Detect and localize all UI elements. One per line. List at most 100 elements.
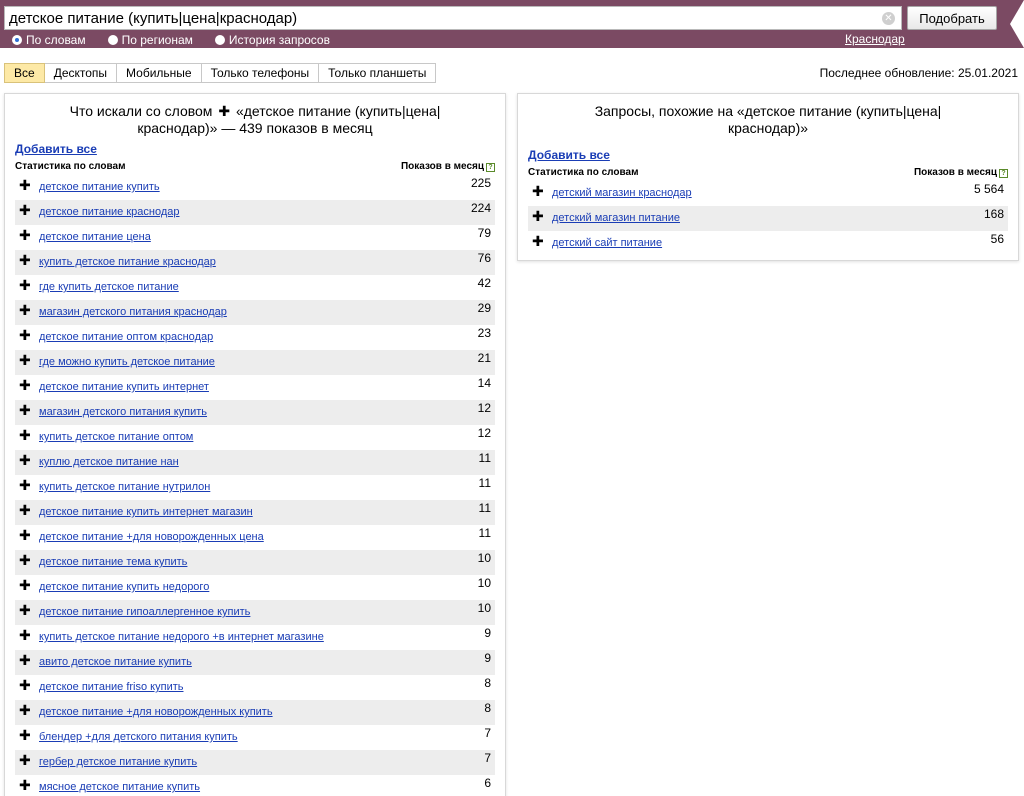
plus-icon[interactable]: ✚ <box>19 777 31 794</box>
keyword-link[interactable]: детское питание купить интернет магазин <box>39 506 253 518</box>
table-row: ✚ купить детское питание нутрилон 11 <box>15 475 495 500</box>
plus-icon[interactable]: ✚ <box>532 208 544 225</box>
impressions-count: 224 <box>470 201 491 215</box>
keyword-link[interactable]: гербер детское питание купить <box>39 756 197 768</box>
table-row: ✚ детское питание купить интернет 14 <box>15 375 495 400</box>
tab-mobile[interactable]: Мобильные <box>117 63 202 83</box>
plus-icon[interactable]: ✚ <box>19 752 31 769</box>
mode-history[interactable]: История запросов <box>214 33 330 47</box>
keyword-link[interactable]: детское питание +для новорожденных цена <box>39 531 264 543</box>
help-icon[interactable]: ? <box>999 169 1008 178</box>
impressions-count: 10 <box>477 576 491 590</box>
keyword-link[interactable]: детское питание тема купить <box>39 556 187 568</box>
plus-icon[interactable]: ✚ <box>532 183 544 200</box>
keyword-link[interactable]: детское питание +для новорожденных купит… <box>39 706 273 718</box>
keyword-link[interactable]: купить детское питание оптом <box>39 431 193 443</box>
plus-icon[interactable]: ✚ <box>532 233 544 250</box>
keyword-link[interactable]: детское питание friso купить <box>39 681 183 693</box>
table-row: ✚ блендер +для детского питания купить 7 <box>15 725 495 750</box>
mode-by-regions[interactable]: По регионам <box>107 33 193 47</box>
tab-all[interactable]: Все <box>4 63 45 83</box>
plus-icon[interactable]: ✚ <box>19 227 31 244</box>
tab-tablets-only[interactable]: Только планшеты <box>319 63 437 83</box>
keyword-link[interactable]: магазин детского питания краснодар <box>39 306 227 318</box>
submit-button[interactable]: Подобрать <box>907 6 997 30</box>
plus-icon[interactable]: ✚ <box>19 252 31 269</box>
impressions-count: 8 <box>484 676 491 690</box>
keyword-link[interactable]: детский магазин питание <box>552 212 680 224</box>
keyword-link[interactable]: блендер +для детского питания купить <box>39 731 238 743</box>
plus-icon[interactable]: ✚ <box>19 202 31 219</box>
add-all-button[interactable]: Добавить все <box>528 148 610 162</box>
plus-icon[interactable]: ✚ <box>19 627 31 644</box>
plus-icon[interactable]: ✚ <box>19 177 31 194</box>
keyword-link[interactable]: детское питание краснодар <box>39 206 180 218</box>
table-row: ✚ купить детское питание краснодар 76 <box>15 250 495 275</box>
plus-icon[interactable]: ✚ <box>19 527 31 544</box>
plus-icon[interactable]: ✚ <box>19 327 31 344</box>
keyword-link[interactable]: детское питание цена <box>39 231 151 243</box>
plus-icon[interactable]: ✚ <box>19 377 31 394</box>
keyword-link[interactable]: купить детское питание нутрилон <box>39 481 210 493</box>
keyword-link[interactable]: детское питание гипоаллергенное купить <box>39 606 250 618</box>
plus-icon[interactable]: ✚ <box>19 602 31 619</box>
impressions-count: 42 <box>477 276 491 290</box>
keyword-link[interactable]: где купить детское питание <box>39 281 179 293</box>
table-row: ✚ гербер детское питание купить 7 <box>15 750 495 775</box>
tab-phones-only[interactable]: Только телефоны <box>201 63 320 83</box>
keyword-link[interactable]: детский магазин краснодар <box>552 187 692 199</box>
keyword-link[interactable]: детское питание купить интернет <box>39 381 209 393</box>
keyword-link[interactable]: детский сайт питание <box>552 237 662 249</box>
region-link[interactable]: Краснодар <box>845 32 905 46</box>
plus-icon[interactable]: ✚ <box>19 452 31 469</box>
plus-icon[interactable]: ✚ <box>19 277 31 294</box>
mode-by-words[interactable]: По словам <box>12 33 86 47</box>
keyword-link[interactable]: авито детское питание купить <box>39 656 192 668</box>
tab-desktops[interactable]: Десктопы <box>44 63 118 83</box>
plus-icon[interactable]: ✚ <box>19 552 31 569</box>
keyword-link[interactable]: где можно купить детское питание <box>39 356 215 368</box>
table-row: ✚ детское питание оптом краснодар 23 <box>15 325 495 350</box>
impressions-count: 225 <box>470 176 491 190</box>
impressions-count: 9 <box>484 651 491 665</box>
plus-icon[interactable]: ✚ <box>19 702 31 719</box>
plus-icon[interactable]: ✚ <box>19 402 31 419</box>
plus-icon[interactable]: ✚ <box>19 677 31 694</box>
search-input[interactable] <box>9 9 869 27</box>
impressions-count: 12 <box>477 426 491 440</box>
col-count-label: Показов в месяц <box>400 161 484 172</box>
header-arrow-tail <box>1010 0 1024 48</box>
table-row: ✚ детское питание купить 225 <box>15 175 495 200</box>
clear-icon[interactable]: ✕ <box>882 12 895 25</box>
keyword-link[interactable]: детское питание купить недорого <box>39 581 209 593</box>
table-row: ✚ детское питание +для новорожденных цена… <box>15 525 495 550</box>
keyword-link[interactable]: мясное детское питание купить <box>39 781 200 793</box>
table-row: ✚ детское питание гипоаллергенное купить 1… <box>15 600 495 625</box>
panel-similar-queries: Запросы, похожие на «детское питание (ку… <box>517 93 1019 261</box>
plus-icon[interactable]: ✚ <box>19 727 31 744</box>
impressions-count: 79 <box>477 226 491 240</box>
plus-icon[interactable]: ✚ <box>19 477 31 494</box>
impressions-count: 23 <box>477 326 491 340</box>
impressions-count: 6 <box>484 776 491 790</box>
keyword-link[interactable]: куплю детское питание нан <box>39 456 179 468</box>
plus-icon[interactable]: ✚ <box>19 652 31 669</box>
plus-icon[interactable]: ✚ <box>19 577 31 594</box>
last-update: Последнее обновление: 25.01.2021 <box>819 66 1018 80</box>
keyword-link[interactable]: купить детское питание краснодар <box>39 256 216 268</box>
table-row: ✚ куплю детское питание нан 11 <box>15 450 495 475</box>
keyword-link[interactable]: купить детское питание недорого +в интер… <box>39 631 324 643</box>
plus-icon[interactable]: ✚ <box>19 502 31 519</box>
plus-icon[interactable]: ✚ <box>19 427 31 444</box>
keyword-link[interactable]: детское питание оптом краснодар <box>39 331 213 343</box>
table-row: ✚ магазин детского питания купить 12 <box>15 400 495 425</box>
plus-icon[interactable]: ✚ <box>19 352 31 369</box>
plus-icon[interactable]: ✚ <box>19 302 31 319</box>
table-row: ✚ детский магазин питание 168 <box>528 206 1008 231</box>
add-all-button[interactable]: Добавить все <box>15 142 97 156</box>
impressions-count: 8 <box>484 701 491 715</box>
keyword-link[interactable]: магазин детского питания купить <box>39 406 207 418</box>
help-icon[interactable]: ? <box>486 163 495 172</box>
keyword-link[interactable]: детское питание купить <box>39 181 160 193</box>
panel-title: Запросы, похожие на «детское питание (ку… <box>594 103 942 136</box>
